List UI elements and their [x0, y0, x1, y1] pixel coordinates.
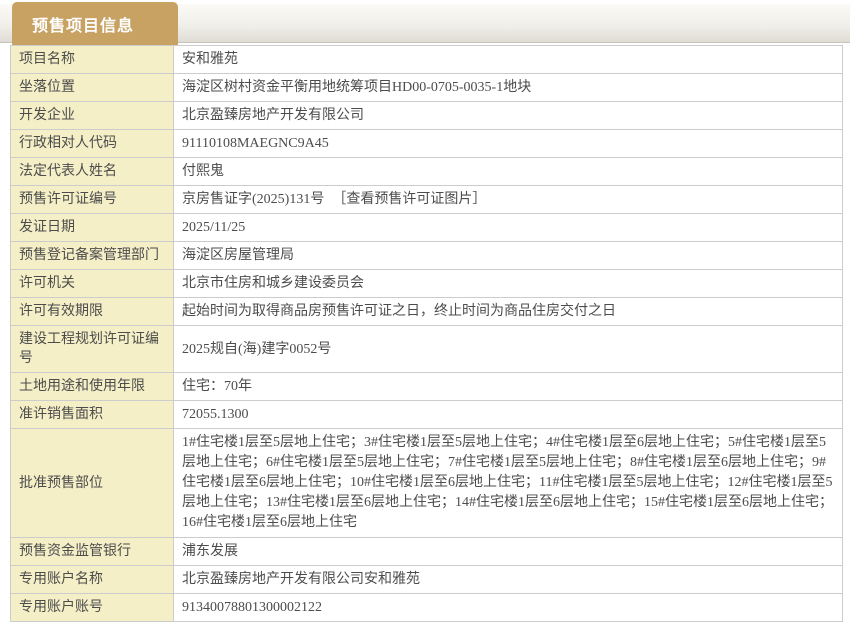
- view-permit-image-link[interactable]: ［查看预售许可证图片］: [332, 192, 486, 207]
- row-value: 72055.1300: [173, 400, 843, 429]
- row-value: 2025/11/25: [173, 213, 843, 242]
- row-value: 住宅：70年: [173, 372, 843, 401]
- row-label: 准许销售面积: [10, 400, 174, 429]
- row-value: 2025规自(海)建字0052号: [173, 325, 843, 373]
- row-label: 项目名称: [10, 45, 174, 74]
- row-label: 行政相对人代码: [10, 129, 174, 158]
- row-label: 坐落位置: [10, 73, 174, 102]
- row-label: 许可有效期限: [10, 297, 174, 326]
- table-row-project-name: 项目名称 安和雅苑: [10, 45, 843, 74]
- row-label: 许可机关: [10, 269, 174, 298]
- row-label: 专用账户名称: [10, 565, 174, 594]
- table-row-permit-validity: 许可有效期限 起始时间为取得商品房预售许可证之日，终止时间为商品住房交付之日: [10, 297, 843, 326]
- row-label: 发证日期: [10, 213, 174, 242]
- row-label: 预售资金监管银行: [10, 537, 174, 566]
- row-value: 付熙鬼: [173, 157, 843, 186]
- row-value: 京房售证字(2025)131号 ［查看预售许可证图片］: [173, 185, 843, 214]
- tab-presale-project-info-label: 预售项目信息: [32, 17, 135, 35]
- row-value: 1#住宅楼1层至5层地上住宅；3#住宅楼1层至5层地上住宅；4#住宅楼1层至6层…: [173, 428, 843, 538]
- row-label: 预售登记备案管理部门: [10, 241, 174, 270]
- permit-number-text: 京房售证字(2025)131号: [182, 192, 325, 207]
- row-label: 开发企业: [10, 101, 174, 130]
- row-label: 预售许可证编号: [10, 185, 174, 214]
- table-row-location: 坐落位置 海淀区树村资金平衡用地统筹项目HD00-0705-0035-1地块: [10, 73, 843, 102]
- table-row-licensing-authority: 许可机关 北京市住房和城乡建设委员会: [10, 269, 843, 298]
- table-row-approved-sale-area: 准许销售面积 72055.1300: [10, 400, 843, 429]
- row-value: 浦东发展: [173, 537, 843, 566]
- row-value: 北京市住房和城乡建设委员会: [173, 269, 843, 298]
- table-row-legal-representative: 法定代表人姓名 付熙鬼: [10, 157, 843, 186]
- row-label: 专用账户账号: [10, 593, 174, 622]
- row-label: 土地用途和使用年限: [10, 372, 174, 401]
- row-value: 北京盈臻房地产开发有限公司安和雅苑: [173, 565, 843, 594]
- table-row-planning-permit-number: 建设工程规划许可证编号 2025规自(海)建字0052号: [10, 325, 843, 373]
- row-value: 海淀区树村资金平衡用地统筹项目HD00-0705-0035-1地块: [173, 73, 843, 102]
- row-value: 起始时间为取得商品房预售许可证之日，终止时间为商品住房交付之日: [173, 297, 843, 326]
- row-value: 91110108MAEGNC9A45: [173, 129, 843, 158]
- presale-info-table: 项目名称 安和雅苑 坐落位置 海淀区树村资金平衡用地统筹项目HD00-0705-…: [10, 45, 843, 622]
- table-row-presale-permit-number: 预售许可证编号 京房售证字(2025)131号 ［查看预售许可证图片］: [10, 185, 843, 214]
- table-row-admin-counterpart-code: 行政相对人代码 91110108MAEGNC9A45: [10, 129, 843, 158]
- table-row-land-use-term: 土地用途和使用年限 住宅：70年: [10, 372, 843, 401]
- table-row-special-account-name: 专用账户名称 北京盈臻房地产开发有限公司安和雅苑: [10, 565, 843, 594]
- row-value: 北京盈臻房地产开发有限公司: [173, 101, 843, 130]
- table-row-supervision-bank: 预售资金监管银行 浦东发展: [10, 537, 843, 566]
- table-row-approved-presale-parts: 批准预售部位 1#住宅楼1层至5层地上住宅；3#住宅楼1层至5层地上住宅；4#住…: [10, 428, 843, 538]
- table-row-registration-department: 预售登记备案管理部门 海淀区房屋管理局: [10, 241, 843, 270]
- table-row-issue-date: 发证日期 2025/11/25: [10, 213, 843, 242]
- table-row-special-account-number: 专用账户账号 91340078801300002122: [10, 593, 843, 622]
- table-row-developer: 开发企业 北京盈臻房地产开发有限公司: [10, 101, 843, 130]
- row-label: 批准预售部位: [10, 428, 174, 538]
- row-value: 安和雅苑: [173, 45, 843, 74]
- row-label: 建设工程规划许可证编号: [10, 325, 174, 373]
- tab-presale-project-info[interactable]: 预售项目信息: [12, 2, 178, 45]
- row-value: 海淀区房屋管理局: [173, 241, 843, 270]
- row-label: 法定代表人姓名: [10, 157, 174, 186]
- row-value: 91340078801300002122: [173, 593, 843, 622]
